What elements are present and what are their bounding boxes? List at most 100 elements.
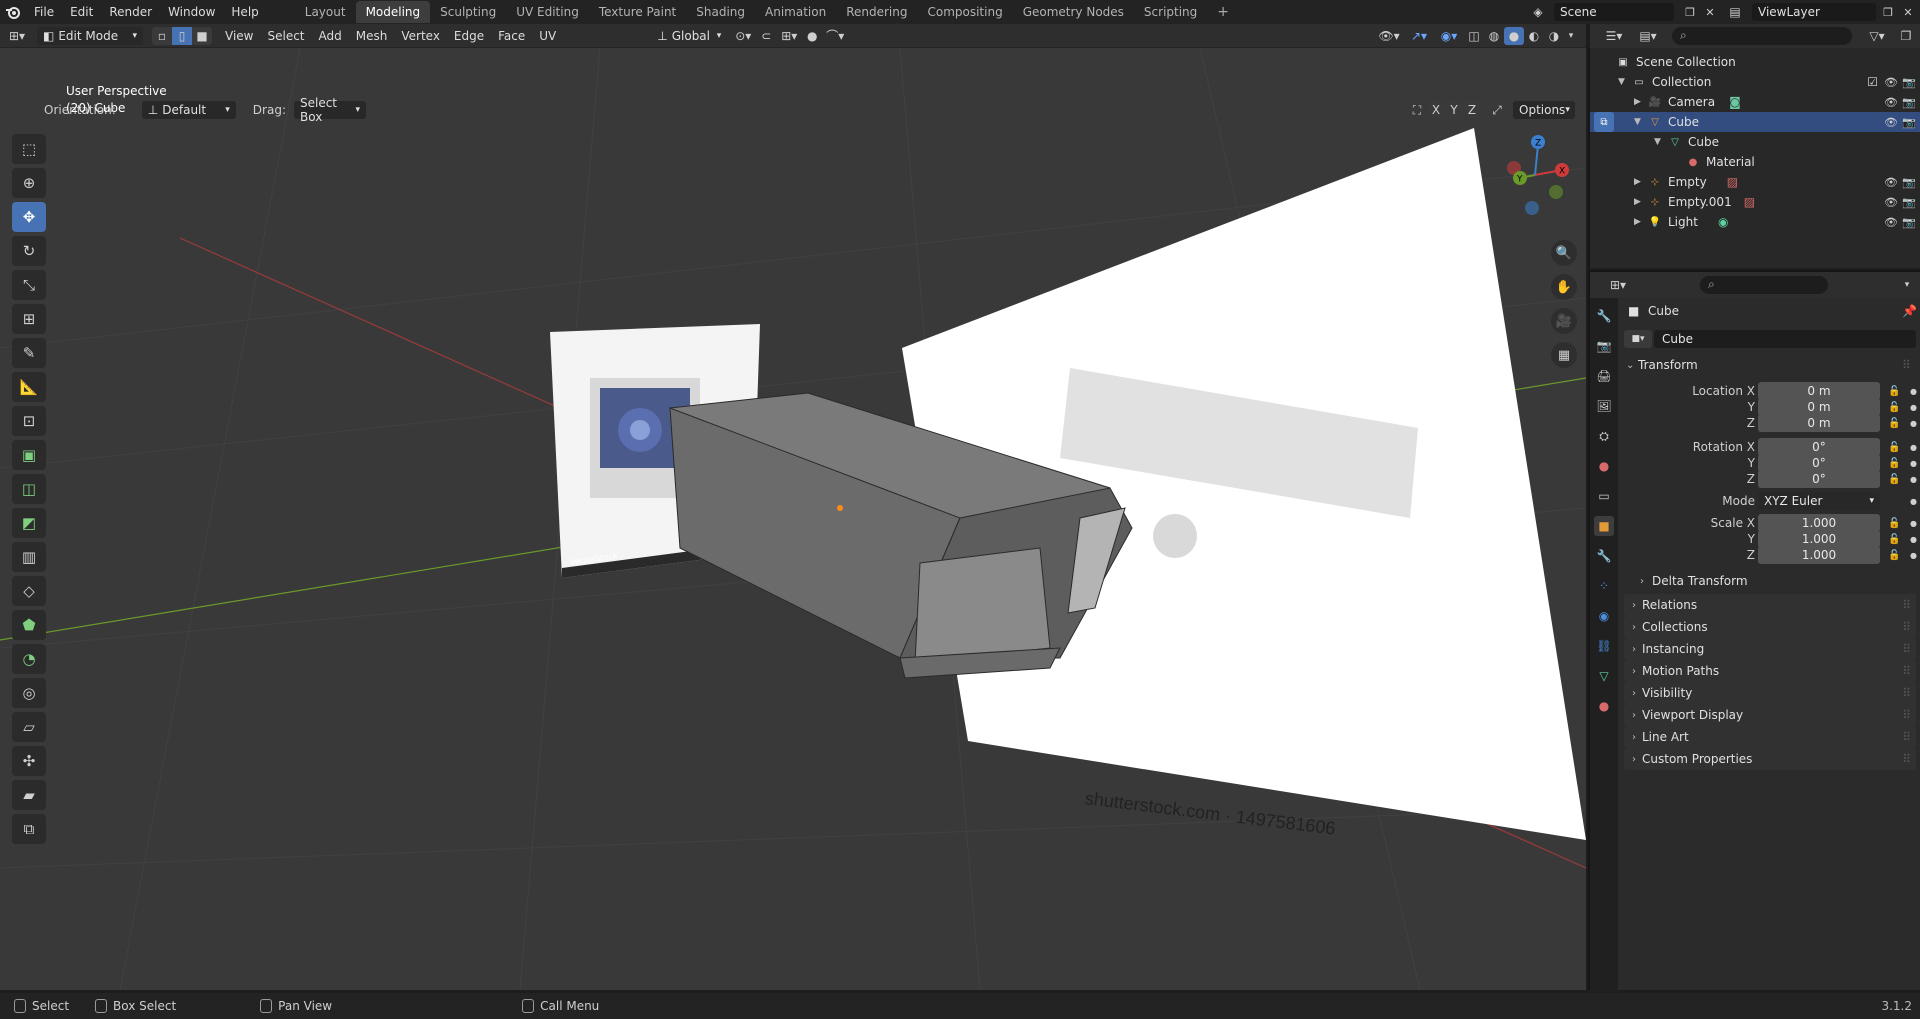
zoom-icon[interactable]: 🔍 [1551,240,1577,266]
lock-icon[interactable]: 🔓 [1888,386,1900,397]
keyframe-dot-icon[interactable]: ● [1910,497,1917,506]
expand-arrow-icon[interactable]: ▶ [1634,177,1648,187]
shading-options-icon[interactable]: ▾ [1564,27,1578,45]
panel-line-art[interactable]: › Line Art ⠿ [1624,726,1916,748]
datablock-type-icon[interactable]: ■▾ [1624,330,1652,348]
outliner-row-camera[interactable]: ▶ 🎥 Camera ◙ 👁 📷 [1590,92,1920,112]
tool-tab-icon[interactable]: 🔧 [1594,306,1614,326]
menu-uv[interactable]: UV [532,29,563,43]
menu-help[interactable]: Help [223,5,266,19]
edge-select-icon[interactable]: ▯ [172,26,192,45]
constraints-tab-icon[interactable]: ⛓ [1594,636,1614,656]
panel-motion-paths[interactable]: › Motion Paths ⠿ [1624,660,1916,682]
drag-handle-icon[interactable]: ⠿ [1902,598,1911,612]
outliner-row-cube-mesh[interactable]: ▼ ▽ Cube [1590,132,1920,152]
lock-icon[interactable]: 🔓 [1888,534,1900,545]
knife-tool-icon[interactable]: ◇ [12,576,46,606]
tab-scripting[interactable]: Scripting [1134,1,1207,23]
tab-layout[interactable]: Layout [295,1,356,23]
annotate-tool-icon[interactable]: ✎ [12,338,46,368]
lock-icon[interactable]: 🔓 [1888,442,1900,453]
drag-handle-icon[interactable]: ⠿ [1902,752,1911,766]
xray-toggle-icon[interactable]: ◫ [1464,27,1484,45]
edge-slide-tool-icon[interactable]: ▱ [12,712,46,742]
filter-icon[interactable]: ▽▾ [1864,28,1890,44]
loop-cut-tool-icon[interactable]: ▥ [12,542,46,572]
face-select-icon[interactable]: ■ [192,26,212,45]
camera-render-icon[interactable]: 📷 [1902,96,1916,109]
spin-tool-icon[interactable]: ◔ [12,644,46,674]
delete-scene-icon[interactable]: ✕ [1700,3,1720,21]
expand-arrow-icon[interactable]: ▶ [1634,97,1648,107]
drag-handle-icon[interactable]: ⠿ [1902,642,1911,656]
inset-tool-icon[interactable]: ◫ [12,474,46,504]
wireframe-shading-icon[interactable]: ◍ [1484,27,1504,45]
eye-icon[interactable]: 👁 [1884,96,1898,109]
menu-window[interactable]: Window [160,5,223,19]
object-tab-icon[interactable]: ■ [1594,516,1614,536]
solid-shading-icon[interactable]: ● [1504,26,1524,45]
tab-shading[interactable]: Shading [686,1,755,23]
drag-dropdown[interactable]: Select Box ▾ [293,96,366,124]
pivot-point-icon[interactable]: ⊙▾ [730,27,756,45]
tab-texture-paint[interactable]: Texture Paint [589,1,686,23]
menu-mesh[interactable]: Mesh [349,29,395,43]
rotation-z-field[interactable]: 0° [1758,470,1880,488]
outliner-row-light[interactable]: ▶ 💡 Light ◉ 👁 📷 [1590,212,1920,232]
eye-icon[interactable]: 👁 [1884,216,1898,229]
smooth-tool-icon[interactable]: ◎ [12,678,46,708]
mirror-x-toggle[interactable]: X [1428,101,1444,119]
pin-icon[interactable]: 📌 [1902,304,1917,318]
new-view-layer-icon[interactable]: ❐ [1878,3,1898,21]
camera-render-icon[interactable]: 📷 [1902,216,1916,229]
outliner-row-material[interactable]: ● Material [1590,152,1920,172]
expand-arrow-icon[interactable]: ▼ [1618,77,1632,87]
add-workspace-button[interactable]: + [1207,0,1239,24]
properties-search-input[interactable]: ⌕ [1700,276,1828,294]
mirror-y-toggle[interactable]: Y [1446,101,1462,119]
lock-icon[interactable]: 🔓 [1888,550,1900,561]
mirror-z-toggle[interactable]: Z [1464,101,1480,119]
mode-dropdown[interactable]: ◧ Edit Mode ▾ [37,26,143,45]
outliner-row-scene-collection[interactable]: ▣ Scene Collection [1590,52,1920,72]
snap-target-icon[interactable]: ⊞▾ [776,27,802,45]
transform-tool-icon[interactable]: ⊞ [12,304,46,334]
collection-tab-icon[interactable]: ▭ [1594,486,1614,506]
shrink-fatten-tool-icon[interactable]: ✣ [12,746,46,776]
overlay-toggle-icon[interactable]: ◉▾ [1434,27,1464,45]
display-mode-icon[interactable]: ▤▾ [1634,28,1662,44]
object-name-field[interactable]: Cube [1654,330,1916,348]
expand-arrow-icon[interactable]: ▶ [1634,197,1648,207]
expand-arrow-icon[interactable]: ▼ [1634,117,1648,127]
shear-tool-icon[interactable]: ▰ [12,780,46,810]
material-tab-icon[interactable]: ● [1594,696,1614,716]
outliner-row-empty-001[interactable]: ▶ ⊹ Empty.001 ▨ 👁 📷 [1590,192,1920,212]
keyframe-dot-icon[interactable]: ● [1910,519,1917,528]
lock-icon[interactable]: 🔓 [1888,402,1900,413]
outliner-search-input[interactable]: ⌕ [1672,27,1852,45]
new-scene-icon[interactable]: ❐ [1680,3,1700,21]
keyframe-dot-icon[interactable]: ● [1910,551,1917,560]
view-layer-tab-icon[interactable]: 🖼 [1594,396,1614,416]
rotate-tool-icon[interactable]: ↻ [12,236,46,266]
camera-render-icon[interactable]: 📷 [1902,196,1916,209]
tab-sculpting[interactable]: Sculpting [430,1,506,23]
menu-select[interactable]: Select [260,29,311,43]
editor-type-icon[interactable]: ⊞▾ [0,26,34,46]
scene-selector-icon[interactable]: ◈ [1526,3,1550,21]
camera-render-icon[interactable]: 📷 [1902,116,1916,129]
data-tab-icon[interactable]: ▽ [1594,666,1614,686]
navigation-gizmo[interactable]: X Y Z [1500,130,1570,220]
menu-render[interactable]: Render [101,5,160,19]
pan-hand-icon[interactable]: ✋ [1551,274,1577,300]
eye-icon[interactable]: 👁 [1884,116,1898,129]
drag-handle-icon[interactable]: ⠿ [1902,686,1911,700]
keyframe-dot-icon[interactable]: ● [1910,475,1917,484]
scale-z-field[interactable]: 1.000 [1758,546,1880,564]
keyframe-dot-icon[interactable]: ● [1910,459,1917,468]
rip-region-tool-icon[interactable]: ⧉ [12,814,46,844]
render-tab-icon[interactable]: 📷 [1594,336,1614,356]
eye-icon[interactable]: 👁 [1884,176,1898,189]
snap-icon[interactable]: ⊂ [756,27,776,45]
rendered-shading-icon[interactable]: ◑ [1544,27,1564,45]
